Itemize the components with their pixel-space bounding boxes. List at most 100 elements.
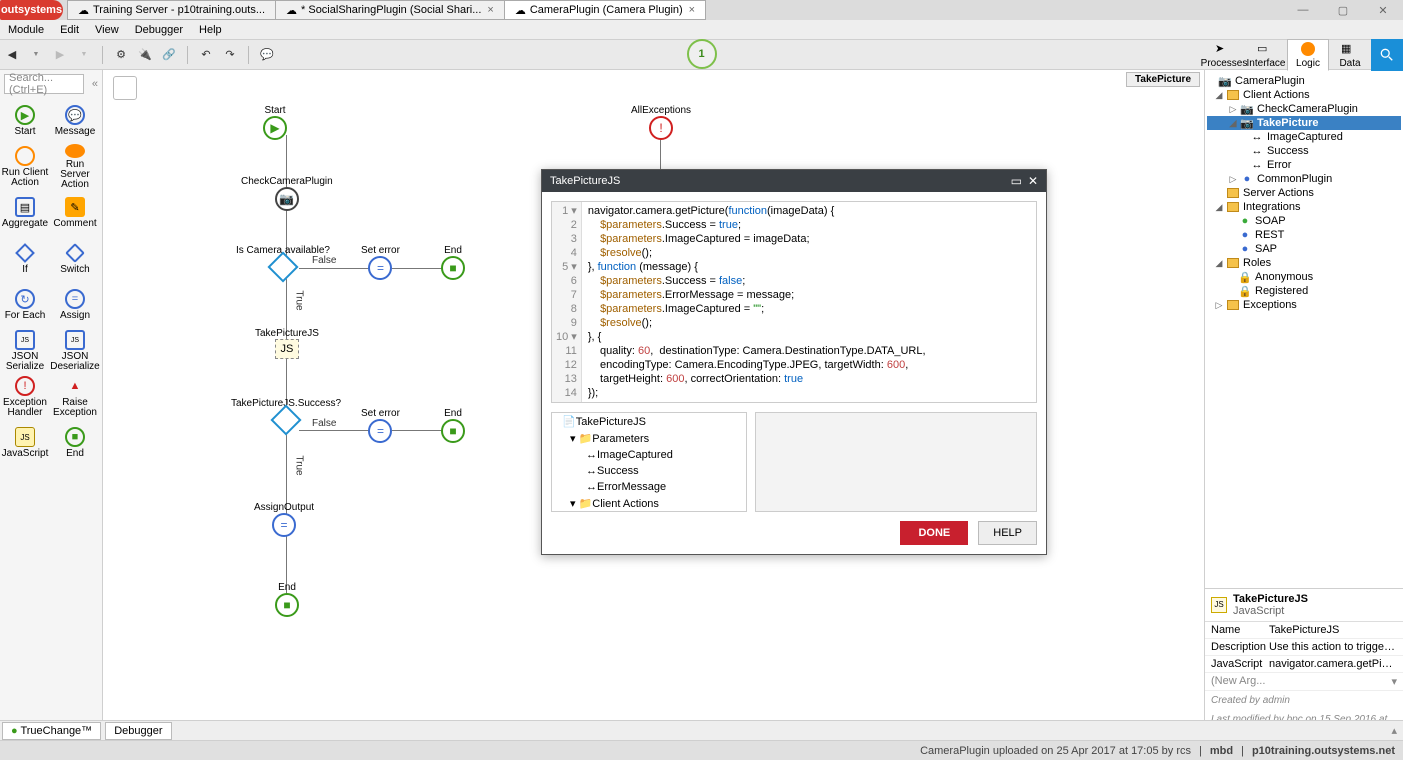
- prop-newarg[interactable]: (New Arg...▾: [1205, 673, 1403, 691]
- flow-canvas[interactable]: TakePicture Start ▶ CheckCameraPlugin 📷 …: [103, 70, 1204, 740]
- node-takejs[interactable]: TakePictureJS JS: [255, 328, 319, 359]
- tree-soap[interactable]: ●SOAP: [1207, 214, 1401, 228]
- pal-assign[interactable]: =Assign: [50, 282, 100, 328]
- tree-rest[interactable]: ●REST: [1207, 228, 1401, 242]
- nav-fwd-icon[interactable]: ▶: [50, 48, 70, 61]
- ribbon-interface[interactable]: ▭Interface: [1245, 39, 1287, 71]
- prop-name[interactable]: NameTakePictureJS: [1205, 622, 1403, 639]
- tree-integrations[interactable]: ◢Integrations: [1207, 200, 1401, 214]
- nav-back-icon[interactable]: ◀: [2, 48, 22, 61]
- code-source[interactable]: navigator.camera.getPicture(function(ima…: [582, 202, 932, 402]
- done-button[interactable]: DONE: [900, 521, 968, 545]
- node-check[interactable]: CheckCameraPlugin 📷: [241, 176, 333, 211]
- tree-roles[interactable]: ◢Roles: [1207, 256, 1401, 270]
- node-allexc[interactable]: AllExceptions !: [631, 105, 691, 140]
- pal-comment[interactable]: ✎Comment: [50, 190, 100, 236]
- prop-val[interactable]: navigator.camera.getPicture(fur ...: [1269, 658, 1397, 670]
- js-code-editor[interactable]: 1 ▾2345 ▾678910 ▾11121314 navigator.came…: [551, 201, 1037, 403]
- publish-badge[interactable]: 1: [687, 39, 717, 69]
- tree-serveractions[interactable]: Server Actions: [1207, 186, 1401, 200]
- pal-exch[interactable]: !Exception Handler: [0, 374, 50, 420]
- chat-icon[interactable]: 💬: [257, 48, 277, 61]
- pal-if[interactable]: If: [0, 236, 50, 282]
- tree-takepicture[interactable]: ◢📷TakePicture: [1207, 116, 1401, 130]
- device-icon[interactable]: [113, 76, 137, 100]
- close-icon[interactable]: ✕: [1363, 4, 1403, 17]
- tree-common[interactable]: ▷●CommonPlugin: [1207, 172, 1401, 186]
- pal-start[interactable]: ▶Start: [0, 98, 50, 144]
- prop-val[interactable]: TakePictureJS: [1269, 624, 1397, 636]
- tab-truechange[interactable]: ● TrueChange™: [2, 722, 101, 740]
- tree-clientactions[interactable]: ◢Client Actions: [1207, 88, 1401, 102]
- prop-val[interactable]: Use this action to trigger the de...: [1269, 641, 1397, 653]
- menu-module[interactable]: Module: [0, 24, 52, 36]
- pal-jsondes[interactable]: JSJSON Deserialize: [50, 328, 100, 374]
- nav-back-dd-icon[interactable]: ▼: [26, 51, 46, 58]
- gear-icon[interactable]: ⚙: [111, 48, 131, 61]
- pal-js[interactable]: JSJavaScript: [0, 420, 50, 466]
- maximize-icon[interactable]: ▭: [1011, 174, 1022, 188]
- global-search-button[interactable]: [1371, 39, 1403, 71]
- node-end1[interactable]: End ■: [441, 245, 465, 280]
- ribbon-logic[interactable]: Logic: [1287, 39, 1329, 71]
- module-tree[interactable]: 📷CameraPlugin ◢Client Actions ▷📷CheckCam…: [1205, 70, 1403, 588]
- tree-clientactions[interactable]: ▾ 📁 Client Actions: [552, 495, 746, 512]
- nav-fwd-dd-icon[interactable]: ▼: [74, 51, 94, 58]
- prop-js[interactable]: JavaScriptnavigator.camera.getPicture(fu…: [1205, 656, 1403, 673]
- close-icon[interactable]: ✕: [1028, 174, 1038, 188]
- pal-end[interactable]: ■End: [50, 420, 100, 466]
- menu-view[interactable]: View: [87, 24, 127, 36]
- minimize-icon[interactable]: —: [1283, 4, 1323, 17]
- tree-exc[interactable]: ▷Exceptions: [1207, 298, 1401, 312]
- tree-img[interactable]: ↔ImageCaptured: [1207, 130, 1401, 144]
- undo-icon[interactable]: ↶: [196, 48, 216, 61]
- tree-sap[interactable]: ●SAP: [1207, 242, 1401, 256]
- tree-check[interactable]: ▷📷CheckCameraPlugin: [1207, 102, 1401, 116]
- chain-icon[interactable]: 🔗: [159, 48, 179, 61]
- ribbon-data[interactable]: ▦Data: [1329, 39, 1371, 71]
- tab-training[interactable]: ☁ Training Server - p10training.outs...: [67, 0, 276, 20]
- tree-reg[interactable]: 🔒Registered: [1207, 284, 1401, 298]
- menu-debugger[interactable]: Debugger: [127, 24, 191, 36]
- brand-tab[interactable]: outsystems: [0, 0, 63, 20]
- help-button[interactable]: HELP: [978, 521, 1037, 545]
- collapse-icon[interactable]: «: [88, 78, 102, 90]
- tab-debugger[interactable]: Debugger: [105, 722, 171, 740]
- tree-params[interactable]: ▾ 📁 Parameters: [552, 430, 746, 447]
- js-popup-titlebar[interactable]: TakePictureJS ▭ ✕: [542, 170, 1046, 192]
- canvas-tab[interactable]: TakePicture: [1126, 72, 1200, 87]
- pal-raise[interactable]: ▲Raise Exception: [50, 374, 100, 420]
- plug-icon[interactable]: 🔌: [135, 48, 155, 61]
- pal-aggregate[interactable]: ▤Aggregate: [0, 190, 50, 236]
- toolbox-search[interactable]: Search... (Ctrl+E): [4, 74, 84, 94]
- tab-socialsharing[interactable]: ☁ * SocialSharingPlugin (Social Shari...…: [275, 0, 505, 20]
- tree-root[interactable]: 📄 TakePictureJS: [552, 413, 746, 430]
- node-start[interactable]: Start ▶: [263, 105, 287, 140]
- tree-succ[interactable]: ↔Success: [1207, 144, 1401, 158]
- node-seterror2[interactable]: Set error =: [361, 408, 400, 443]
- ribbon-processes[interactable]: ➤Processes: [1203, 39, 1245, 71]
- tree-root[interactable]: 📷CameraPlugin: [1207, 74, 1401, 88]
- node-assign[interactable]: AssignOutput =: [254, 502, 314, 537]
- expand-icon[interactable]: ▴: [1391, 724, 1397, 737]
- pal-jsonser[interactable]: JSJSON Serialize: [0, 328, 50, 374]
- redo-icon[interactable]: ↷: [220, 48, 240, 61]
- menu-help[interactable]: Help: [191, 24, 230, 36]
- node-end2[interactable]: End ■: [441, 408, 465, 443]
- tree-err[interactable]: ↔Error: [1207, 158, 1401, 172]
- pal-runserver[interactable]: Run Server Action: [50, 144, 100, 190]
- close-icon[interactable]: ×: [689, 4, 695, 16]
- pal-foreach[interactable]: ↻For Each: [0, 282, 50, 328]
- tree-img[interactable]: ↔ ImageCaptured: [552, 447, 746, 463]
- pal-switch[interactable]: Switch: [50, 236, 100, 282]
- pal-runclient[interactable]: Run Client Action: [0, 144, 50, 190]
- prop-desc[interactable]: DescriptionUse this action to trigger th…: [1205, 639, 1403, 656]
- tree-anon[interactable]: 🔒Anonymous: [1207, 270, 1401, 284]
- menu-edit[interactable]: Edit: [52, 24, 87, 36]
- maximize-icon[interactable]: ▢: [1323, 4, 1363, 17]
- js-scope-tree[interactable]: 📄 TakePictureJS ▾ 📁 Parameters ↔ ImageCa…: [551, 412, 747, 512]
- tree-err[interactable]: ↔ ErrorMessage: [552, 479, 746, 495]
- tree-succ[interactable]: ↔ Success: [552, 463, 746, 479]
- pal-message[interactable]: 💬Message: [50, 98, 100, 144]
- tab-cameraplugin[interactable]: ☁ CameraPlugin (Camera Plugin)×: [504, 0, 706, 20]
